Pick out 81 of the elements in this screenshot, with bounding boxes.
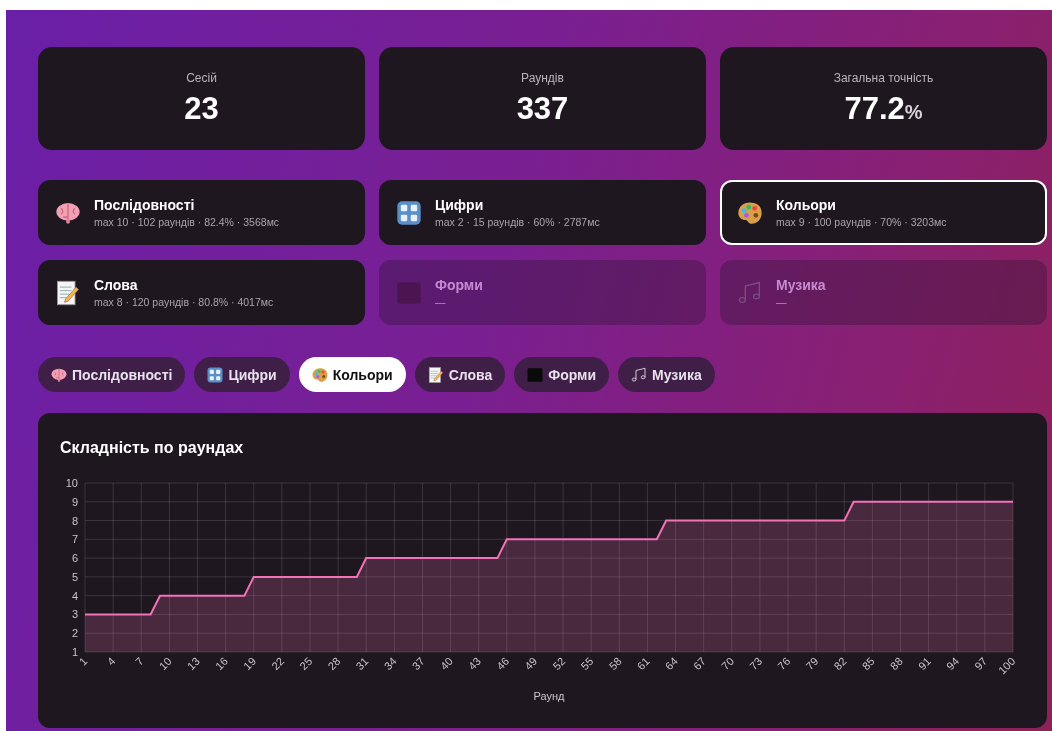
chart-title: Складність по раундах — [60, 439, 244, 457]
y-tick-label: 5 — [71, 570, 78, 583]
mode-details: — — [435, 296, 447, 308]
x-tick-label: 28 — [325, 654, 343, 673]
x-tick-label: 49 — [522, 654, 540, 673]
x-tick-label: 79 — [803, 654, 821, 673]
y-tick-label: 10 — [65, 477, 78, 489]
x-tick-label: 67 — [690, 654, 709, 673]
x-tick-label: 37 — [409, 654, 427, 673]
stat-value: 337 — [516, 90, 569, 127]
y-tick-label: 4 — [71, 589, 78, 602]
y-tick-label: 7 — [71, 533, 78, 546]
x-tick-label: 88 — [887, 654, 905, 673]
x-tick-label: 34 — [381, 654, 399, 673]
mode-name: Форми — [435, 277, 483, 293]
x-tick-label: 91 — [915, 654, 934, 673]
x-tick-label: 1 — [76, 654, 90, 668]
y-tick-label: 3 — [71, 608, 78, 621]
mode-card[interactable]: Послідовності max 10 · 102 раундів · 82.4% · 3568мс — [38, 180, 365, 245]
x-tick-label: 58 — [606, 654, 624, 673]
x-tick-label: 4 — [104, 654, 118, 668]
mode-tab[interactable]: Кольори — [298, 357, 406, 392]
mode-name: Слова — [94, 277, 139, 293]
x-axis-title: Раунд — [533, 690, 565, 702]
x-tick-label: 55 — [578, 654, 596, 673]
mode-tab[interactable]: Форми — [514, 357, 610, 392]
x-tick-label: 76 — [775, 654, 793, 673]
mode-details: max 8 · 120 раундів · 80.8% · 4017мс — [94, 296, 274, 308]
notepad-icon — [426, 365, 445, 384]
x-tick-label: 61 — [634, 654, 652, 673]
x-tick-label: 22 — [269, 654, 287, 673]
x-tick-label: 64 — [662, 654, 680, 673]
keypad-icon — [206, 365, 225, 384]
y-tick-label: 9 — [71, 495, 78, 508]
x-tick-label: 19 — [241, 654, 259, 673]
x-tick-label: 16 — [212, 654, 230, 673]
mode-card[interactable]: Слова max 8 · 120 раундів · 80.8% · 4017мс — [38, 260, 365, 325]
stat-value: 77.2% — [844, 90, 923, 127]
stat-label: Сесій — [186, 70, 217, 85]
stat-value: 23 — [184, 90, 219, 127]
stat-label: Загальна точність — [833, 70, 934, 85]
mode-tab[interactable]: Музика — [618, 357, 715, 392]
notepad-icon — [54, 278, 82, 307]
mode-name: Музика — [776, 277, 826, 293]
x-tick-label: 70 — [719, 654, 737, 673]
x-tick-label: 73 — [747, 654, 765, 673]
y-tick-label: 1 — [71, 646, 78, 658]
x-tick-label: 85 — [859, 654, 877, 673]
mode-tab[interactable]: Послідовності — [38, 357, 186, 392]
x-tick-label: 97 — [972, 654, 990, 673]
mode-card[interactable]: Цифри max 2 · 15 раундів · 60% · 2787мс — [379, 180, 706, 245]
y-tick-label: 8 — [71, 514, 78, 527]
x-tick-label: 10 — [156, 654, 174, 673]
mode-tab[interactable]: Цифри — [194, 357, 290, 392]
y-tick-label: 6 — [71, 552, 78, 565]
keypad-icon — [395, 198, 423, 227]
mode-details: max 9 · 100 раундів · 70% · 3203мс — [776, 216, 947, 228]
x-tick-label: 13 — [184, 654, 202, 673]
x-tick-label: 94 — [944, 654, 962, 673]
x-tick-label: 25 — [297, 654, 315, 673]
mode-name: Послідовності — [94, 197, 196, 213]
x-tick-label: 40 — [437, 654, 455, 673]
music-notes-icon — [630, 365, 649, 384]
mode-details: — — [776, 296, 788, 308]
stat-label: Раундів — [521, 70, 564, 85]
x-tick-label: 7 — [132, 654, 146, 668]
x-tick-label: 100 — [995, 654, 1018, 677]
mode-name: Кольори — [776, 197, 837, 213]
mode-details: max 2 · 15 раундів · 60% · 2787мс — [435, 216, 600, 228]
x-tick-label: 52 — [550, 654, 568, 673]
palette-icon — [310, 365, 329, 384]
x-tick-label: 46 — [494, 654, 512, 673]
y-tick-label: 2 — [71, 627, 78, 640]
mode-name: Цифри — [435, 197, 485, 213]
x-tick-label: 43 — [465, 654, 484, 673]
mode-tab[interactable]: Слова — [414, 357, 506, 392]
mode-details: max 10 · 102 раундів · 82.4% · 3568мс — [94, 216, 280, 228]
mode-card[interactable]: Кольори max 9 · 100 раундів · 70% · 3203мс — [720, 180, 1047, 245]
x-tick-label: 31 — [353, 654, 371, 673]
x-tick-label: 82 — [831, 654, 849, 673]
square-icon — [526, 365, 545, 384]
